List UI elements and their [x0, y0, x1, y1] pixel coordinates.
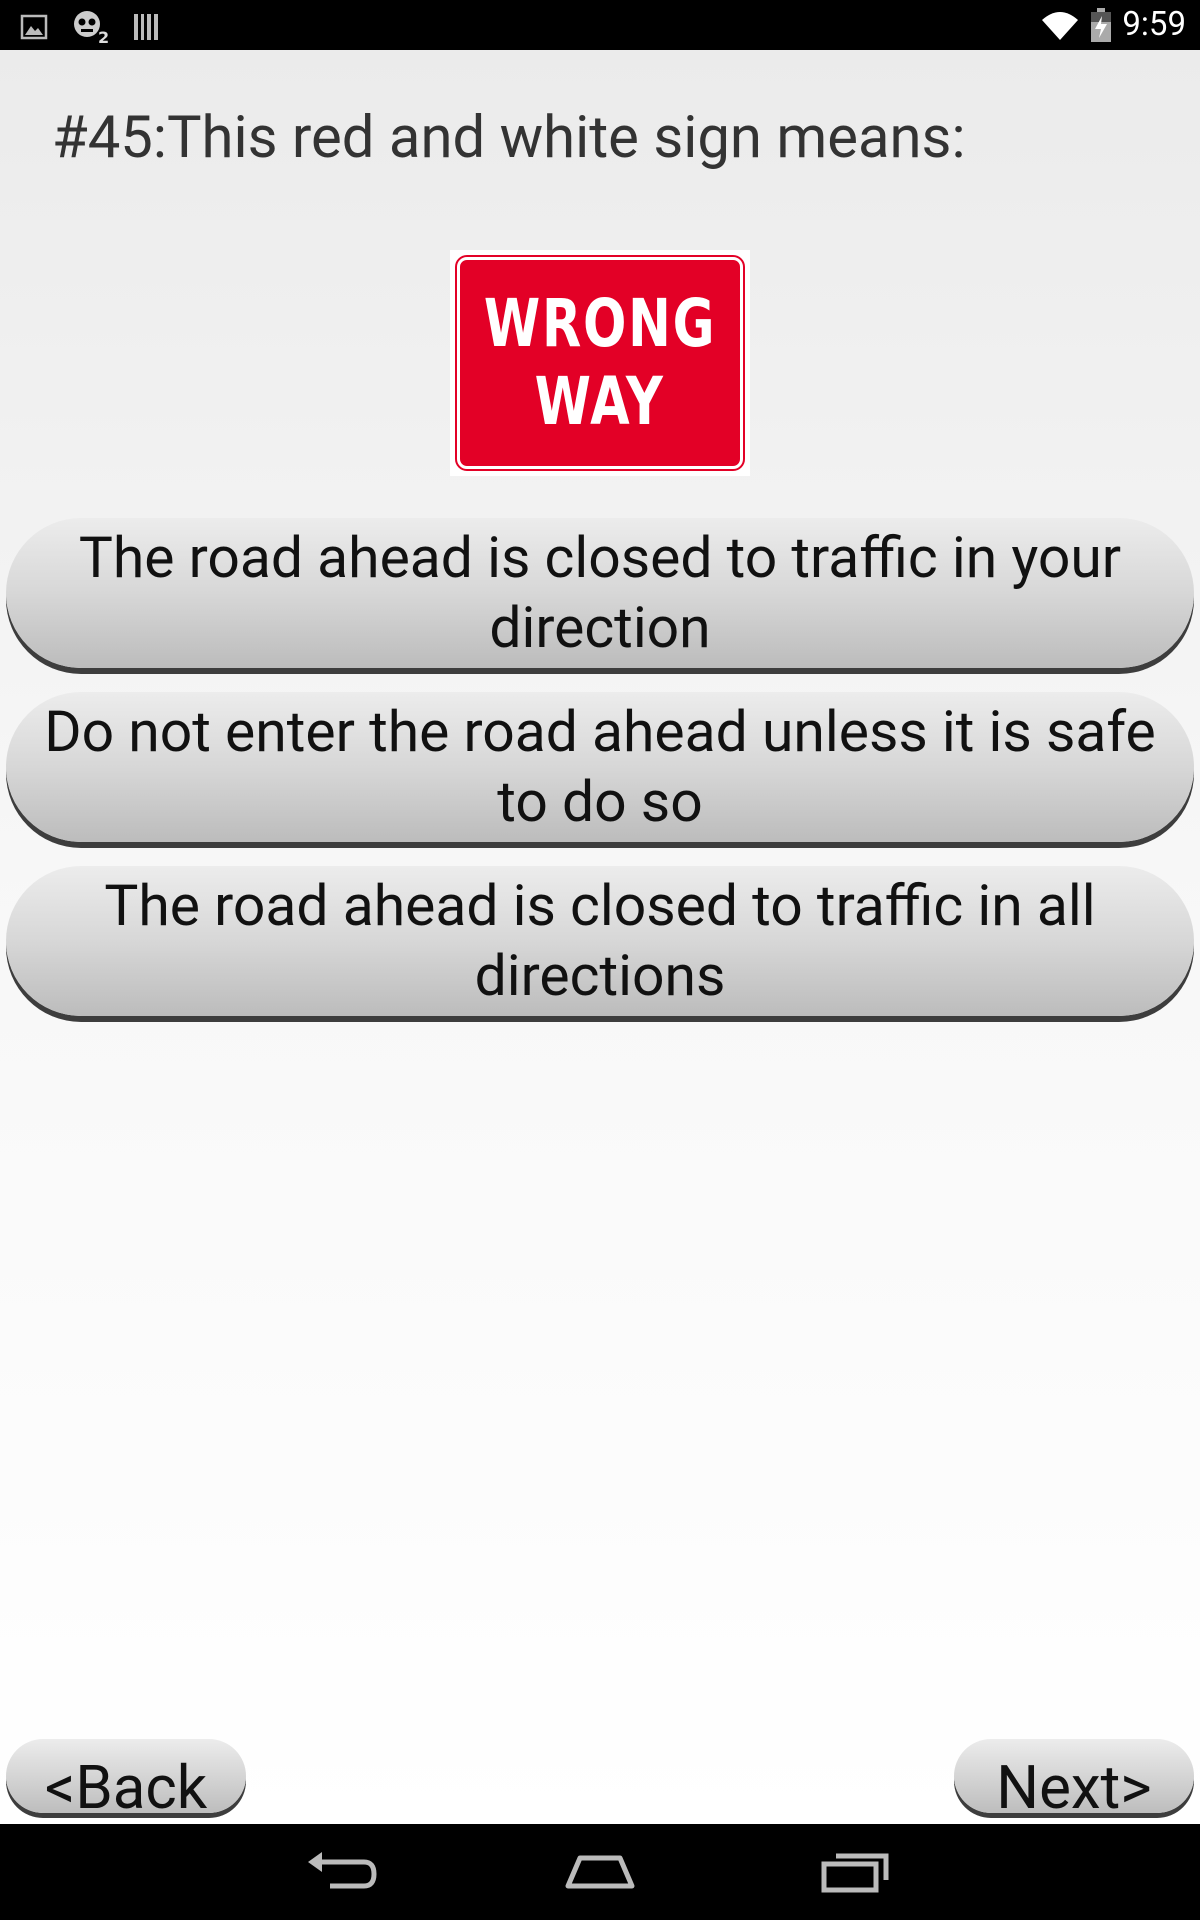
question-text: #45:This red and white sign means: [52, 104, 966, 172]
svg-text:2: 2 [98, 28, 109, 45]
road-sign-image: WRONG WAY [450, 250, 750, 476]
wifi-icon [1042, 12, 1079, 40]
game-app-icon: 2 [74, 11, 109, 45]
sign-line-2: WAY [534, 363, 666, 440]
answer-option-3[interactable]: The road ahead is closed to traffic in a… [6, 866, 1194, 1016]
notification-icons: 2 [20, 9, 160, 45]
status-bar: 2 9:59 [0, 0, 1200, 50]
image-notification-icon [20, 14, 48, 40]
battery-charging-icon [1091, 8, 1112, 42]
answer-option-2[interactable]: Do not enter the road ahead unless it is… [6, 692, 1194, 842]
barcode-icon [134, 14, 158, 40]
recent-apps-icon[interactable] [820, 1846, 892, 1898]
clock: 9:59 [1122, 5, 1186, 44]
answer-option-1[interactable]: The road ahead is closed to traffic in y… [6, 518, 1194, 668]
next-button[interactable]: Next> [954, 1739, 1194, 1823]
quiz-screen: #45:This red and white sign means: WRONG… [0, 50, 1200, 1824]
back-button[interactable]: <Back [6, 1739, 246, 1823]
home-icon[interactable] [560, 1846, 640, 1898]
system-nav-bar [0, 1824, 1200, 1920]
back-arrow-icon[interactable] [306, 1846, 378, 1898]
system-status: 9:59 [1040, 5, 1186, 45]
sign-line-1: WRONG [483, 285, 717, 362]
wrong-way-sign: WRONG WAY [455, 255, 745, 471]
